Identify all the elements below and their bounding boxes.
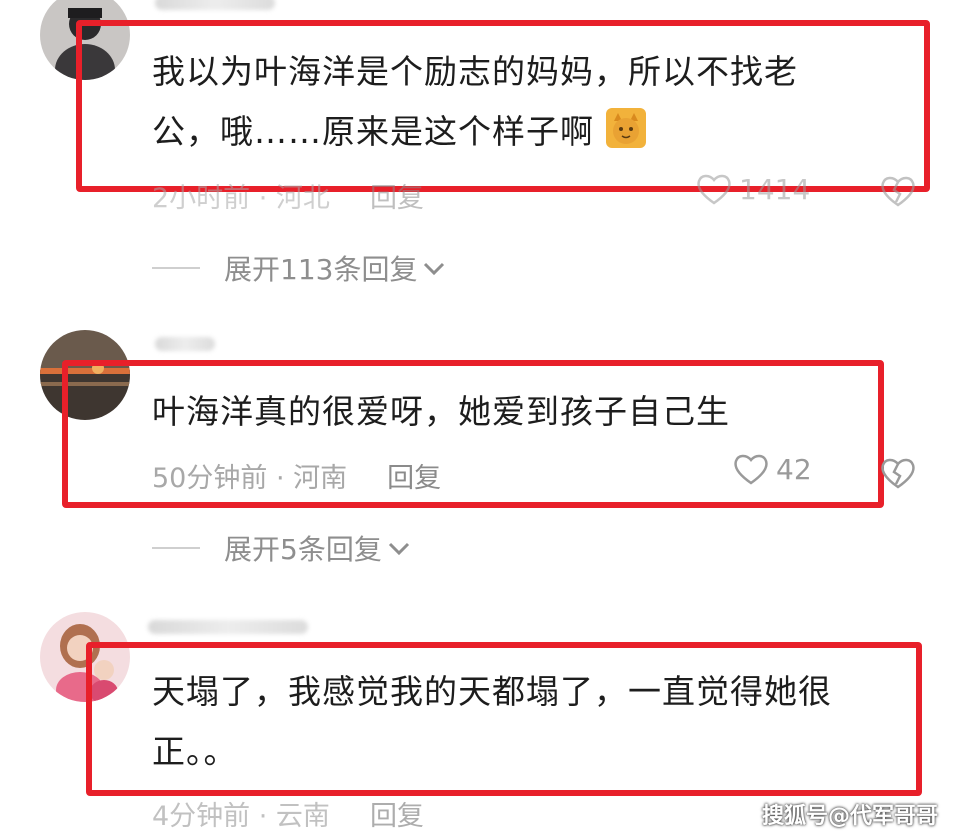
like-button[interactable]: 1414 bbox=[695, 172, 810, 206]
comment-meta: 2小时前 · 河北 回复 bbox=[152, 176, 424, 215]
timestamp-location: 50分钟前 · 河南 bbox=[152, 463, 348, 494]
timestamp-location: 2小时前 · 河北 bbox=[152, 183, 330, 214]
reply-button[interactable]: 回复 bbox=[387, 463, 441, 494]
divider-line bbox=[152, 547, 200, 549]
comment-1: 我以为叶海洋是个励志的妈妈，所以不找老 公，哦……原来是这个样子啊 2小时前 ·… bbox=[0, 0, 960, 300]
comment-text-line-1: 我以为叶海洋是个励志的妈妈，所以不找老 bbox=[152, 52, 798, 91]
watermark: 搜狐号@代军哥哥 bbox=[761, 804, 938, 829]
expand-replies-button[interactable]: 展开113条回复 bbox=[152, 248, 447, 288]
comment-text-line-2: 公，哦……原来是这个样子啊 bbox=[152, 102, 646, 162]
username[interactable] bbox=[155, 0, 275, 10]
like-count: 42 bbox=[776, 452, 812, 486]
chevron-down-icon bbox=[388, 542, 409, 556]
comment-text-line-2: 正。。 bbox=[152, 732, 238, 771]
like-button[interactable]: 42 bbox=[732, 452, 812, 486]
comment-meta: 4分钟前 · 云南 回复 bbox=[152, 794, 424, 833]
comment-text: 公，哦……原来是这个样子啊 bbox=[152, 112, 594, 151]
username[interactable] bbox=[148, 620, 308, 634]
dislike-icon[interactable] bbox=[878, 454, 918, 490]
expand-replies-label: 展开113条回复 bbox=[224, 253, 418, 286]
divider-line bbox=[152, 267, 200, 269]
expand-replies-button[interactable]: 展开5条回复 bbox=[152, 528, 412, 568]
heart-icon bbox=[697, 174, 731, 205]
username[interactable] bbox=[155, 337, 215, 351]
comment-text-line-1: 叶海洋真的很爱呀，她爱到孩子自己生 bbox=[152, 392, 730, 431]
cat-emoji-icon bbox=[605, 108, 646, 148]
timestamp-location: 4分钟前 · 云南 bbox=[152, 801, 330, 832]
reply-button[interactable]: 回复 bbox=[370, 801, 424, 832]
heart-icon bbox=[734, 454, 768, 485]
comment-meta: 50分钟前 · 河南 回复 bbox=[152, 456, 441, 495]
expand-replies-label: 展开5条回复 bbox=[224, 533, 382, 566]
comment-text-line-1: 天塌了，我感觉我的天都塌了，一直觉得她很 bbox=[152, 672, 832, 711]
reply-button[interactable]: 回复 bbox=[370, 183, 424, 214]
chevron-down-icon bbox=[424, 262, 445, 276]
dislike-icon[interactable] bbox=[878, 172, 918, 208]
like-count: 1414 bbox=[739, 172, 811, 206]
